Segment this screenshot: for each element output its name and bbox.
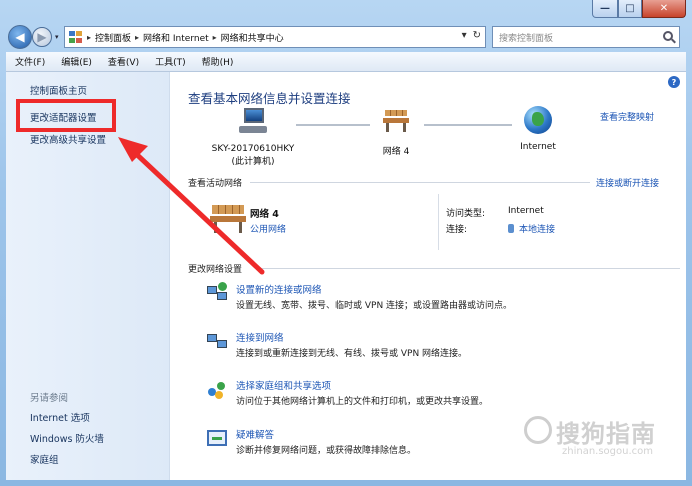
- task-title-link[interactable]: 选择家庭组和共享选项: [236, 378, 331, 392]
- address-bar[interactable]: ▸ 控制面板 ▸ 网络和 Internet ▸ 网络和共享中心 ▾ ↻: [64, 26, 486, 48]
- task-title-link[interactable]: 连接到网络: [236, 330, 284, 344]
- forward-button[interactable]: ▶: [32, 27, 52, 47]
- task-title-link[interactable]: 设置新的连接或网络: [236, 282, 322, 296]
- menu-tools[interactable]: 工具(T): [152, 53, 189, 70]
- network-bench-icon: [381, 106, 411, 136]
- search-icon[interactable]: [663, 31, 673, 41]
- ethernet-plug-icon: [508, 224, 514, 233]
- homegroup-icon: [206, 378, 228, 400]
- menu-edit[interactable]: 编辑(E): [58, 53, 95, 70]
- breadcrumb-control-panel[interactable]: 控制面板: [95, 31, 131, 44]
- control-panel-home-link[interactable]: 控制面板主页: [30, 83, 87, 97]
- node-this-computer: SKY-20170610HKY (此计算机): [198, 106, 308, 167]
- task-description: 设置无线、宽带、拨号、临时或 VPN 连接；或设置路由器或访问点。: [236, 301, 513, 311]
- computer-note: (此计算机): [231, 157, 275, 167]
- change-adapter-settings-link[interactable]: 更改适配器设置: [30, 110, 97, 124]
- control-panel-icon: [69, 31, 83, 43]
- active-network-name: 网络 4: [250, 209, 279, 220]
- search-input[interactable]: 搜索控制面板: [492, 26, 680, 48]
- change-settings-heading: 更改网络设置: [188, 265, 243, 275]
- minimize-button[interactable]: —: [592, 0, 618, 18]
- breadcrumb-separator[interactable]: ▸: [135, 33, 139, 42]
- access-type-value: Internet: [508, 206, 544, 216]
- see-full-map-link[interactable]: 查看完整映射: [600, 110, 654, 123]
- change-advanced-sharing-link[interactable]: 更改高级共享设置: [30, 132, 106, 146]
- search-placeholder: 搜索控制面板: [499, 33, 554, 44]
- access-type-label: 访问类型:: [446, 209, 486, 219]
- task-description: 诊断并修复网络问题，或获得故障排除信息。: [236, 446, 417, 456]
- task-pane: 控制面板主页 更改适配器设置 更改高级共享设置 另请参阅 Internet 选项…: [6, 72, 170, 480]
- public-network-bench-icon: [208, 200, 248, 234]
- watermark-text: 搜狗指南: [556, 420, 656, 448]
- recent-pages-icon[interactable]: ▾: [55, 33, 59, 41]
- divider: [438, 194, 439, 250]
- back-button[interactable]: ◀: [8, 25, 32, 49]
- connections-label: 连接:: [446, 225, 468, 235]
- computer-name: SKY-20170610HKY: [211, 144, 295, 154]
- menu-file[interactable]: 文件(F): [12, 53, 48, 70]
- menu-bar: 文件(F) 编辑(E) 查看(V) 工具(T) 帮助(H): [6, 52, 686, 72]
- caption-buttons: — □ ✕: [592, 0, 686, 18]
- breadcrumb-network-internet[interactable]: 网络和 Internet: [143, 31, 209, 44]
- homegroup-link[interactable]: 家庭组: [30, 452, 59, 466]
- connect-network-icon: [206, 330, 228, 352]
- watermark: 搜狗指南 zhinan.sogou.com: [522, 414, 682, 464]
- local-connection-label: 本地连接: [519, 225, 556, 235]
- menu-help[interactable]: 帮助(H): [199, 53, 237, 70]
- network-node-label: 网络 4: [382, 147, 410, 157]
- node-internet: Internet: [498, 106, 578, 152]
- page-title: 查看基本网络信息并设置连接: [188, 91, 351, 106]
- local-connection-link[interactable]: 本地连接: [508, 222, 555, 235]
- breadcrumb-separator[interactable]: ▸: [87, 33, 91, 42]
- node-network: 网络 4: [366, 106, 426, 157]
- menu-view[interactable]: 查看(V): [105, 53, 142, 70]
- internet-options-link[interactable]: Internet 选项: [30, 410, 90, 424]
- maximize-button[interactable]: □: [618, 0, 642, 18]
- task-description: 连接到或重新连接到无线、有线、拨号或 VPN 网络连接。: [236, 349, 468, 359]
- new-connection-icon: [206, 282, 228, 304]
- connect-disconnect-link[interactable]: 连接或断开连接: [596, 176, 659, 189]
- internet-node-label: Internet: [520, 142, 556, 152]
- globe-icon: [524, 106, 552, 134]
- troubleshoot-icon: [206, 427, 228, 449]
- watermark-subtext: zhinan.sogou.com: [562, 446, 654, 457]
- connections-row: 连接: 本地连接: [446, 222, 555, 235]
- address-dropdown-icon[interactable]: ▾: [462, 30, 467, 41]
- task-description: 访问位于其他网络计算机上的文件和打印机，或更改共享设置。: [236, 397, 489, 407]
- computer-icon: [239, 106, 267, 136]
- see-also-heading: 另请参阅: [30, 393, 69, 404]
- close-button[interactable]: ✕: [642, 0, 686, 18]
- watermark-logo-icon: [524, 416, 552, 444]
- divider: [256, 268, 680, 269]
- windows-firewall-link[interactable]: Windows 防火墙: [30, 431, 104, 445]
- network-type-link[interactable]: 公用网络: [250, 222, 286, 235]
- breadcrumb-network-sharing-center[interactable]: 网络和共享中心: [221, 31, 284, 44]
- task-title-link[interactable]: 疑难解答: [236, 427, 274, 441]
- navigation-bar: ◀ ▶ ▾ ▸ 控制面板 ▸ 网络和 Internet ▸ 网络和共享中心 ▾ …: [0, 22, 692, 52]
- access-type-row: 访问类型: Internet: [446, 206, 544, 219]
- active-networks-heading: 查看活动网络: [188, 179, 243, 189]
- refresh-icon[interactable]: ↻: [473, 30, 481, 41]
- active-network-panel: 网络 4 公用网络 访问类型: Internet 连接: 本地连接: [208, 194, 608, 258]
- breadcrumb-separator[interactable]: ▸: [213, 33, 217, 42]
- divider: [250, 182, 590, 183]
